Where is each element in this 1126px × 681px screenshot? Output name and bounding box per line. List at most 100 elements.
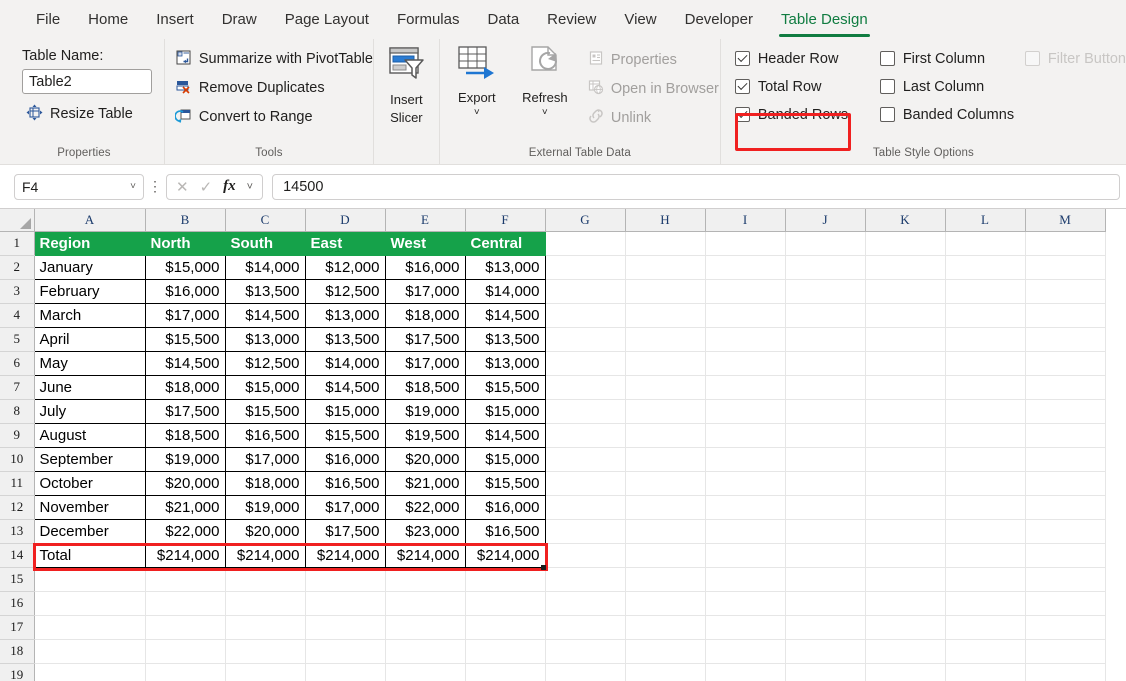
cancel-icon[interactable]: ✕ (176, 178, 189, 196)
table-data-cell[interactable]: $18,500 (384, 374, 466, 400)
total-row-checkbox-icon[interactable] (734, 79, 750, 94)
row-header-10[interactable]: 10 (0, 447, 35, 472)
empty-cell[interactable] (225, 591, 306, 616)
empty-cell[interactable] (1025, 279, 1106, 304)
table-data-cell[interactable]: $19,000 (384, 398, 466, 424)
table-header-cell[interactable]: South (224, 230, 306, 256)
empty-cell[interactable] (1025, 567, 1106, 592)
row-header-4[interactable]: 4 (0, 303, 35, 328)
table-data-cell[interactable]: $19,000 (144, 446, 226, 472)
empty-cell[interactable] (705, 399, 786, 424)
empty-cell[interactable] (385, 639, 466, 664)
empty-cell[interactable] (945, 495, 1026, 520)
header-row-checkbox-icon[interactable] (734, 51, 750, 66)
empty-cell[interactable] (545, 351, 626, 376)
empty-cell[interactable] (705, 303, 786, 328)
table-data-cell[interactable]: $13,000 (464, 350, 546, 376)
empty-cell[interactable] (625, 327, 706, 352)
empty-cell[interactable] (625, 303, 706, 328)
resize-table-button[interactable]: Resize Table (22, 101, 133, 127)
row-header-14[interactable]: 14 (0, 543, 35, 568)
column-header-m[interactable]: M (1025, 209, 1106, 232)
empty-cell[interactable] (305, 615, 386, 640)
empty-cell[interactable] (705, 375, 786, 400)
table-data-cell[interactable]: $14,500 (304, 374, 386, 400)
table-data-cell[interactable]: $14,000 (304, 350, 386, 376)
remove-duplicates-button[interactable]: Remove Duplicates (175, 75, 325, 101)
empty-cell[interactable] (545, 495, 626, 520)
empty-cell[interactable] (625, 639, 706, 664)
table-data-cell[interactable]: $15,000 (304, 398, 386, 424)
empty-cell[interactable] (1025, 543, 1106, 568)
empty-cell[interactable] (865, 231, 946, 256)
ribbon-tab-draw[interactable]: Draw (208, 0, 271, 39)
empty-cell[interactable] (785, 447, 866, 472)
ribbon-tab-developer[interactable]: Developer (671, 0, 767, 39)
table-data-cell[interactable]: January (33, 254, 146, 280)
empty-cell[interactable] (34, 615, 146, 640)
empty-cell[interactable] (34, 663, 146, 681)
empty-cell[interactable] (34, 639, 146, 664)
empty-cell[interactable] (625, 231, 706, 256)
table-data-cell[interactable]: $17,000 (384, 350, 466, 376)
table-data-cell[interactable]: $13,500 (224, 278, 306, 304)
export-chevron-down-icon[interactable]: ˅ (474, 108, 480, 118)
empty-cell[interactable] (785, 495, 866, 520)
table-data-cell[interactable]: $15,500 (464, 470, 546, 496)
table-data-cell[interactable]: $15,500 (304, 422, 386, 448)
table-data-cell[interactable]: $15,000 (464, 446, 546, 472)
empty-cell[interactable] (545, 231, 626, 256)
table-data-cell[interactable]: $13,000 (304, 302, 386, 328)
column-header-b[interactable]: B (145, 209, 226, 232)
empty-cell[interactable] (545, 567, 626, 592)
empty-cell[interactable] (785, 279, 866, 304)
table-name-input[interactable] (22, 69, 152, 94)
first-column-checkbox-icon[interactable] (879, 51, 895, 66)
empty-cell[interactable] (145, 567, 226, 592)
table-data-cell[interactable]: $20,000 (224, 518, 306, 544)
empty-cell[interactable] (705, 615, 786, 640)
empty-cell[interactable] (945, 255, 1026, 280)
empty-cell[interactable] (705, 351, 786, 376)
empty-cell[interactable] (865, 327, 946, 352)
column-header-h[interactable]: H (625, 209, 706, 232)
ribbon-tab-page-layout[interactable]: Page Layout (271, 0, 383, 39)
table-data-cell[interactable]: December (33, 518, 146, 544)
ribbon-tab-home[interactable]: Home (74, 0, 142, 39)
empty-cell[interactable] (545, 543, 626, 568)
empty-cell[interactable] (945, 567, 1026, 592)
empty-cell[interactable] (625, 591, 706, 616)
row-header-15[interactable]: 15 (0, 567, 35, 592)
empty-cell[interactable] (1025, 519, 1106, 544)
column-header-f[interactable]: F (465, 209, 546, 232)
empty-cell[interactable] (305, 639, 386, 664)
row-header-6[interactable]: 6 (0, 351, 35, 376)
table-data-cell[interactable]: $17,500 (304, 518, 386, 544)
table-data-cell[interactable]: $13,000 (464, 254, 546, 280)
table-data-cell[interactable]: $17,000 (304, 494, 386, 520)
empty-cell[interactable] (625, 447, 706, 472)
table-data-cell[interactable]: $21,000 (384, 470, 466, 496)
empty-cell[interactable] (545, 327, 626, 352)
table-data-cell[interactable]: September (33, 446, 146, 472)
empty-cell[interactable] (1025, 375, 1106, 400)
empty-cell[interactable] (625, 351, 706, 376)
empty-cell[interactable] (785, 639, 866, 664)
banded-columns-checkbox-icon[interactable] (879, 107, 895, 122)
empty-cell[interactable] (385, 591, 466, 616)
empty-cell[interactable] (865, 591, 946, 616)
empty-cell[interactable] (865, 447, 946, 472)
insert-slicer-button[interactable]: Insert Slicer (375, 45, 437, 126)
empty-cell[interactable] (145, 663, 226, 681)
table-total-cell[interactable]: $214,000 (384, 542, 466, 568)
table-data-cell[interactable]: $14,000 (224, 254, 306, 280)
table-data-cell[interactable]: $13,500 (304, 326, 386, 352)
empty-cell[interactable] (1025, 423, 1106, 448)
empty-cell[interactable] (705, 423, 786, 448)
empty-cell[interactable] (945, 375, 1026, 400)
empty-cell[interactable] (34, 567, 146, 592)
empty-cell[interactable] (865, 615, 946, 640)
ribbon-tab-insert[interactable]: Insert (142, 0, 208, 39)
empty-cell[interactable] (1025, 303, 1106, 328)
row-header-9[interactable]: 9 (0, 423, 35, 448)
